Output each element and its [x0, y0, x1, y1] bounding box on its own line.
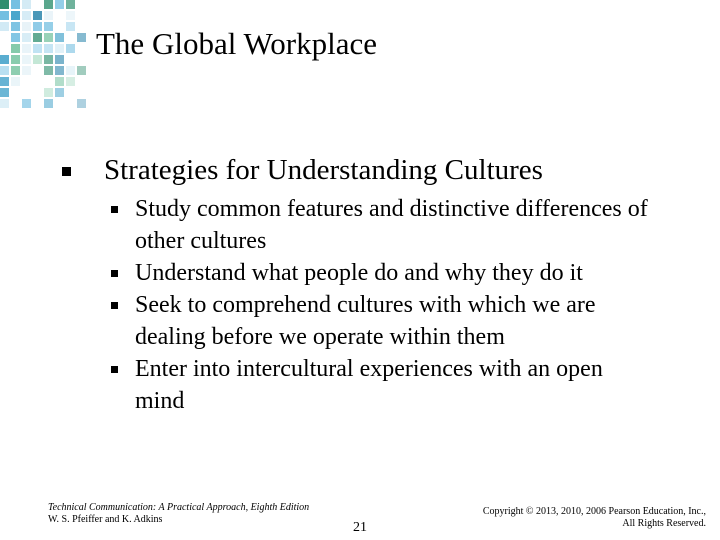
- mosaic-tile: [44, 88, 53, 97]
- mosaic-tile: [22, 66, 31, 75]
- corner-mosaic-decoration: [0, 0, 86, 108]
- slide: The Global Workplace Strategies for Unde…: [0, 0, 720, 540]
- mosaic-tile: [55, 44, 64, 53]
- mosaic-tile: [11, 11, 20, 20]
- mosaic-tile: [11, 44, 20, 53]
- mosaic-tile: [11, 77, 20, 86]
- square-bullet-icon: [62, 167, 71, 176]
- mosaic-tile: [66, 66, 75, 75]
- sub-bullet-text: Study common features and distinctive di…: [135, 196, 648, 254]
- mosaic-tile: [0, 55, 9, 64]
- footer-copyright: Copyright © 2013, 2010, 2006 Pearson Edu…: [483, 506, 706, 530]
- mosaic-tile: [22, 44, 31, 53]
- mosaic-tile: [66, 77, 75, 86]
- mosaic-tile: [44, 99, 53, 108]
- mosaic-tile: [22, 22, 31, 31]
- mosaic-tile: [44, 11, 53, 20]
- mosaic-tile: [33, 22, 42, 31]
- mosaic-tile: [77, 99, 86, 108]
- mosaic-tile: [22, 55, 31, 64]
- sub-bullet-text: Understand what people do and why they d…: [135, 260, 583, 286]
- main-bullet-text: Strategies for Understanding Cultures: [104, 154, 543, 186]
- mosaic-tile: [33, 55, 42, 64]
- sub-bullet-item: Study common features and distinctive di…: [110, 193, 655, 257]
- slide-title: The Global Workplace: [96, 26, 377, 61]
- mosaic-tile: [0, 11, 9, 20]
- sub-bullet-item: Understand what people do and why they d…: [110, 257, 655, 289]
- mosaic-tile: [11, 55, 20, 64]
- mosaic-tile: [44, 44, 53, 53]
- sub-bullet-item: Enter into intercultural experiences wit…: [110, 353, 655, 417]
- mosaic-tile: [55, 0, 64, 9]
- square-bullet-icon: [111, 206, 118, 213]
- mosaic-tile: [11, 22, 20, 31]
- mosaic-tile: [44, 22, 53, 31]
- mosaic-tile: [44, 33, 53, 42]
- mosaic-tile: [55, 88, 64, 97]
- mosaic-tile: [44, 0, 53, 9]
- mosaic-tile: [22, 0, 31, 9]
- mosaic-tile: [0, 66, 9, 75]
- mosaic-tile: [0, 88, 9, 97]
- mosaic-tile: [55, 55, 64, 64]
- mosaic-tile: [33, 44, 42, 53]
- footer-book-citation: Technical Communication: A Practical App…: [48, 502, 309, 526]
- mosaic-tile: [55, 33, 64, 42]
- mosaic-tile: [66, 44, 75, 53]
- mosaic-tile: [0, 22, 9, 31]
- mosaic-tile: [55, 66, 64, 75]
- square-bullet-icon: [111, 366, 118, 373]
- mosaic-tile: [11, 0, 20, 9]
- main-bullet: Strategies for Understanding Cultures: [62, 150, 682, 190]
- mosaic-tile: [44, 55, 53, 64]
- mosaic-tile: [66, 11, 75, 20]
- mosaic-tile: [33, 33, 42, 42]
- mosaic-tile: [11, 66, 20, 75]
- footer-authors: W. S. Pfeiffer and K. Adkins: [48, 514, 163, 525]
- page-number: 21: [353, 520, 367, 535]
- sub-bullet-text: Enter into intercultural experiences wit…: [135, 356, 603, 414]
- mosaic-tile: [22, 33, 31, 42]
- mosaic-tile: [77, 33, 86, 42]
- copyright-line-1: Copyright © 2013, 2010, 2006 Pearson Edu…: [482, 506, 706, 517]
- mosaic-tile: [55, 77, 64, 86]
- mosaic-tile: [44, 66, 53, 75]
- mosaic-tile: [66, 22, 75, 31]
- footer-book-title: Technical Communication: A Practical App…: [48, 502, 310, 513]
- mosaic-tile: [0, 77, 9, 86]
- mosaic-tile: [33, 11, 42, 20]
- mosaic-tile: [11, 33, 20, 42]
- mosaic-tile: [66, 0, 75, 9]
- mosaic-tile: [22, 99, 31, 108]
- copyright-line-2: All Rights Reserved.: [622, 518, 706, 529]
- mosaic-tile: [0, 99, 9, 108]
- square-bullet-icon: [111, 302, 118, 309]
- mosaic-tile: [77, 66, 86, 75]
- sub-bullet-text: Seek to comprehend cultures with which w…: [135, 292, 596, 350]
- sub-bullet-list: Study common features and distinctive di…: [110, 193, 670, 417]
- mosaic-tile: [0, 0, 9, 9]
- mosaic-tile: [22, 11, 31, 20]
- sub-bullet-item: Seek to comprehend cultures with which w…: [110, 289, 655, 353]
- square-bullet-icon: [111, 270, 118, 277]
